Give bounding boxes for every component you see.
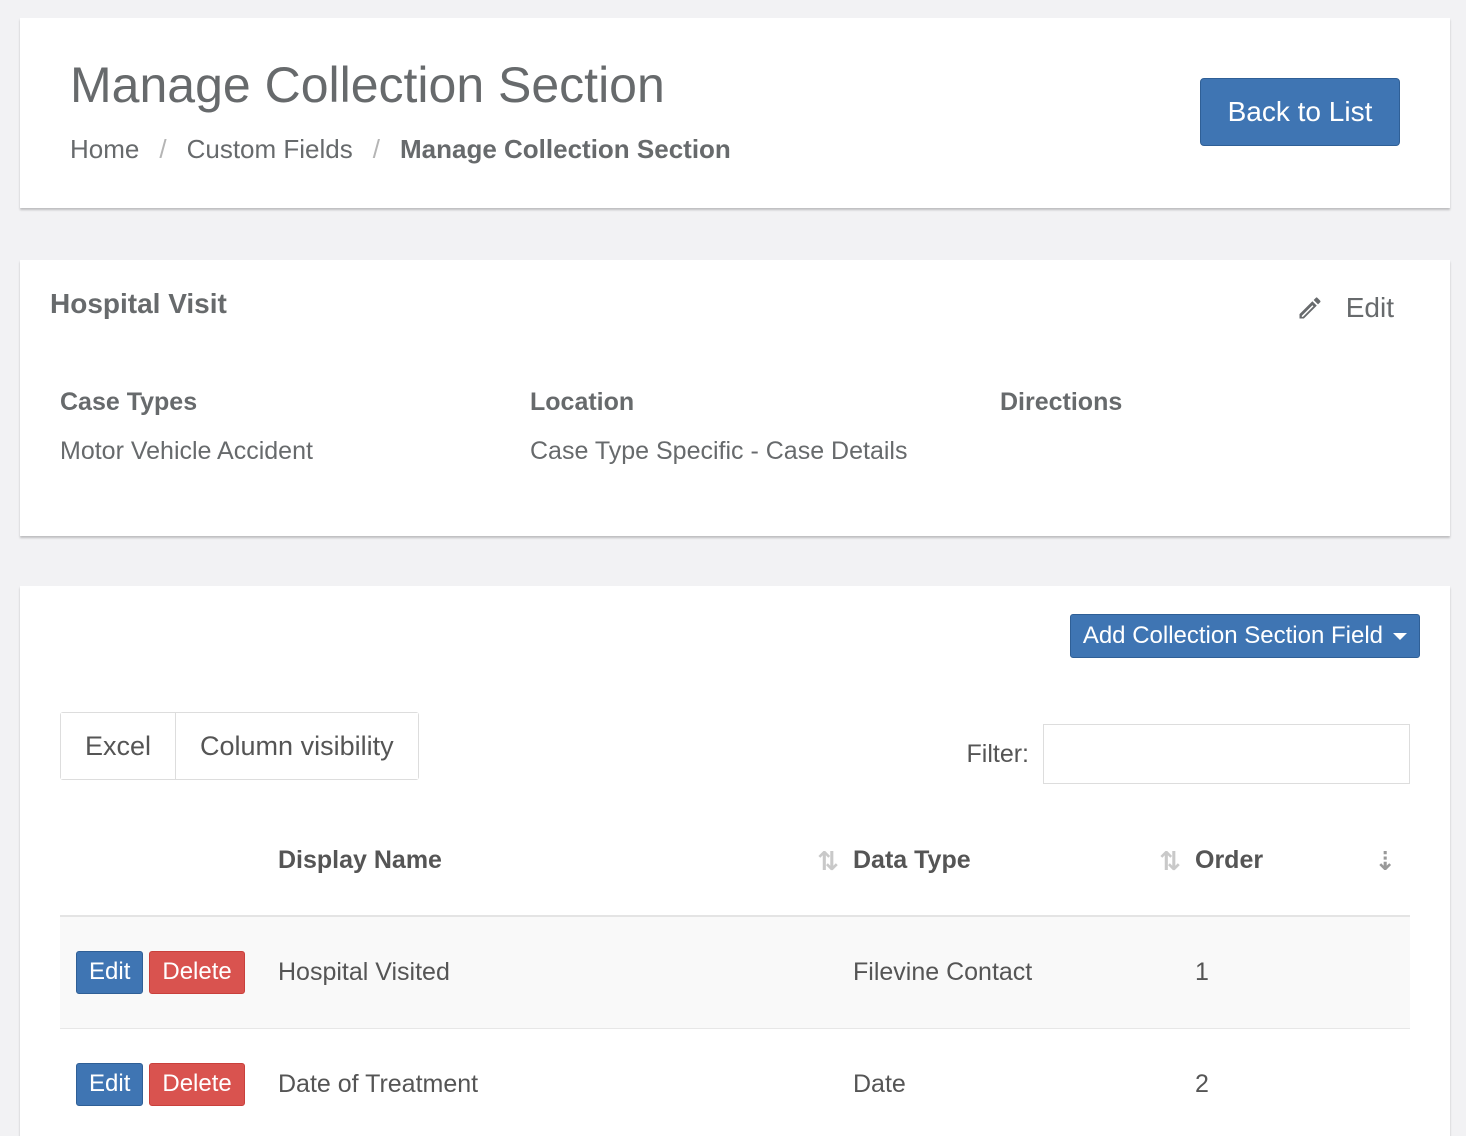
table-row: Edit Delete Date of Treatment Date 2	[60, 1028, 1410, 1136]
display-name-column-header[interactable]: Display Name ⇅	[278, 806, 853, 917]
sort-numeric-asc-icon: ⇣	[1374, 846, 1396, 876]
data-type-cell: Filevine Contact	[853, 916, 1195, 1029]
add-collection-section-field-button[interactable]: Add Collection Section Field	[1069, 614, 1420, 658]
order-cell: 1	[1195, 916, 1410, 1029]
edit-row-button[interactable]: Edit	[76, 950, 144, 994]
page-title: Manage Collection Section	[70, 57, 665, 113]
order-cell: 2	[1195, 1028, 1410, 1136]
edit-row-button[interactable]: Edit	[76, 1062, 144, 1106]
breadcrumb-custom-fields[interactable]: Custom Fields	[187, 134, 353, 165]
location-value: Case Type Specific - Case Details	[530, 437, 908, 465]
display-name-cell: Hospital Visited	[278, 916, 853, 1029]
edit-section-button[interactable]: Edit	[1296, 292, 1394, 324]
section-details-panel: Hospital Visit Edit Case Types Motor Veh…	[20, 260, 1450, 536]
section-name: Hospital Visit	[50, 288, 227, 319]
location-field: Location Case Type Specific - Case Detai…	[530, 388, 907, 466]
delete-row-button[interactable]: Delete	[149, 1062, 245, 1106]
case-types-label: Case Types	[60, 388, 198, 416]
row-actions-cell: Edit Delete	[60, 1028, 278, 1136]
display-name-header-label: Display Name	[278, 846, 442, 874]
breadcrumb-current: Manage Collection Section	[399, 134, 731, 164]
delete-row-button[interactable]: Delete	[149, 950, 245, 994]
filter-label: Filter:	[966, 739, 1030, 768]
order-header-label: Order	[1195, 846, 1264, 874]
case-types-value: Motor Vehicle Accident	[60, 437, 313, 465]
breadcrumb: Home / Custom Fields / Manage Collection…	[70, 134, 731, 165]
column-visibility-button[interactable]: Column visibility	[175, 713, 418, 779]
filter-input[interactable]	[1043, 724, 1410, 784]
fields-table: Display Name ⇅ Data Type ⇅ Order ⇣ Edit	[60, 806, 1410, 1136]
table-header-row: Display Name ⇅ Data Type ⇅ Order ⇣	[60, 806, 1410, 917]
edit-label: Edit	[1345, 292, 1394, 323]
directions-field: Directions	[1000, 388, 1122, 437]
display-name-cell: Date of Treatment	[278, 1028, 853, 1136]
back-to-list-button[interactable]: Back to List	[1200, 78, 1400, 146]
filter-control: Filter:	[966, 724, 1410, 784]
page-header: Manage Collection Section Home / Custom …	[20, 18, 1450, 208]
breadcrumb-separator: /	[372, 134, 380, 164]
fields-table-panel: Add Collection Section Field Excel Colum…	[20, 586, 1450, 1136]
excel-button[interactable]: Excel	[61, 713, 176, 779]
data-type-header-label: Data Type	[853, 846, 971, 874]
caret-down-icon	[1393, 632, 1407, 640]
table-export-buttons: Excel Column visibility	[60, 712, 419, 780]
row-actions-cell: Edit Delete	[60, 916, 278, 1029]
location-label: Location	[530, 388, 635, 416]
breadcrumb-separator: /	[159, 134, 167, 164]
add-field-label: Add Collection Section Field	[1082, 622, 1383, 649]
data-type-cell: Date	[853, 1028, 1195, 1136]
breadcrumb-home[interactable]: Home	[70, 134, 139, 165]
table-row: Edit Delete Hospital Visited Filevine Co…	[60, 916, 1410, 1029]
pencil-icon	[1299, 297, 1321, 319]
data-type-column-header[interactable]: Data Type ⇅	[853, 806, 1195, 917]
directions-label: Directions	[1000, 388, 1123, 416]
case-types-field: Case Types Motor Vehicle Accident	[60, 388, 313, 466]
actions-column-header	[60, 806, 278, 917]
order-column-header[interactable]: Order ⇣	[1195, 806, 1410, 917]
sort-both-icon: ⇅	[1159, 846, 1181, 876]
sort-both-icon: ⇅	[817, 846, 839, 876]
